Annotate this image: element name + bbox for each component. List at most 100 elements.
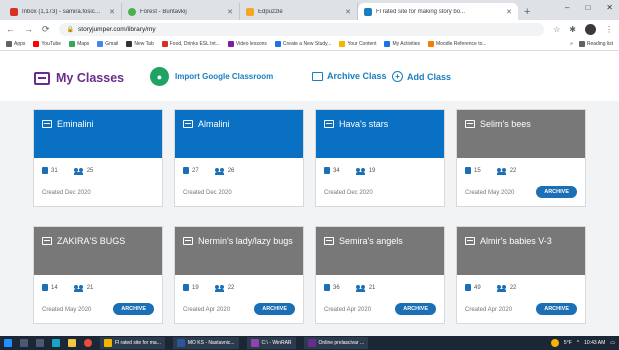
app-header: My Classes ● Import Google Classroom Arc… [0,51,619,101]
edge-icon[interactable] [52,339,60,347]
class-card[interactable]: Selim's bees 15 22 Created May 2020 ARCH… [456,109,586,207]
class-stats: 15 22 [465,167,517,175]
bookmark-apps[interactable]: Apps [6,41,25,47]
taskbar-app[interactable]: C:\ - WinRAR [246,337,296,349]
bookmark-favicon-icon [427,41,434,47]
notifications-icon[interactable]: ▭ [610,340,615,346]
back-arrow-icon[interactable]: ← [6,24,15,34]
close-icon[interactable]: ✕ [109,8,115,16]
clock[interactable]: 10:43 AM [584,340,605,346]
add-class-button[interactable]: + Add Class [392,71,451,82]
taskbar-app-icon [307,339,316,347]
browser-tab-active[interactable]: Fl rated site for making story bo... ✕ [358,3,518,20]
bookmark-youtube[interactable]: YouTube [33,41,61,47]
search-icon[interactable] [20,339,28,347]
tray-arrow-icon[interactable]: ^ [577,340,579,346]
url-input[interactable]: 🔒 storyjumper.com/library/my [58,22,545,36]
class-card[interactable]: Nermin's lady/lazy bugs 19 22 Created Ap… [174,226,304,324]
classroom-icon [42,120,52,128]
bookmark-create-study[interactable]: Create a New Study... [274,41,331,47]
close-window-button[interactable]: ✕ [606,3,613,12]
window-controls: – □ ✕ [565,3,613,12]
class-card[interactable]: Almalini 27 26 Created Dec 2020 [174,109,304,207]
bookmark-star-icon[interactable]: ☆ [553,25,560,34]
close-icon[interactable]: ✕ [227,8,233,16]
bookmark-my-activities[interactable]: My Activities [384,41,420,47]
forward-arrow-icon[interactable]: → [24,24,33,34]
browser-tab[interactable]: Edpuzzle ✕ [240,3,358,20]
reload-icon[interactable]: ⟳ [42,24,50,35]
class-card[interactable]: Hava's stars 34 19 Created Dec 2020 [315,109,445,207]
student-count-value: 21 [368,284,376,291]
bookmark-your-content[interactable]: Your Content [339,41,376,47]
classroom-icon [34,71,50,85]
new-tab-button[interactable]: + [524,3,530,20]
bookmark-gmail[interactable]: Gmail [97,41,118,47]
menu-icon[interactable]: ⋮ [605,25,613,34]
class-card-header: Eminalini [34,110,162,158]
folder-icon[interactable] [68,339,76,347]
browser-tab[interactable]: Forest - Buntavkij ✕ [122,3,240,20]
class-card-header: Hava's stars [316,110,444,158]
lock-icon: 🔒 [66,26,75,33]
globe-icon [126,41,133,47]
extensions-icon[interactable]: ✱ [569,25,576,34]
taskbar-app-label: Online prelascivar ... [318,340,365,346]
maximize-button[interactable]: □ [585,3,590,12]
class-stats: 27 26 [183,167,234,175]
archive-button[interactable]: ARCHIVE [254,303,295,315]
class-card[interactable]: ZAKIRA'S BUGS 14 21 Created May 2020 ARC… [33,226,163,324]
book-count: 27 [183,167,199,174]
more-bookmarks-icon[interactable]: » [570,41,573,47]
book-icon [42,284,48,291]
windows-start-icon[interactable] [4,339,12,347]
chrome-icon[interactable] [84,339,92,347]
minimize-button[interactable]: – [565,3,569,12]
book-count: 15 [465,167,481,174]
bookmark-favicon-icon [161,41,168,47]
bookmark-new-tab[interactable]: New Tab [126,41,154,47]
taskbar-app[interactable]: Fl rated site for ma... [100,337,165,349]
class-card[interactable]: Eminalini 31 25 Created Dec 2020 [33,109,163,207]
book-count: 14 [42,284,58,291]
archive-button[interactable]: ARCHIVE [536,303,577,315]
taskbar-app[interactable]: Online prelascivar ... [303,337,369,349]
tab-title: Fl rated site for making story bo... [376,8,466,15]
close-icon[interactable]: ✕ [345,8,351,16]
close-icon[interactable]: ✕ [506,8,512,16]
bookmark-maps[interactable]: Maps [69,41,89,47]
class-card[interactable]: Almir's babies V-3 49 22 Created Apr 202… [456,226,586,324]
taskbar-app-icon [250,339,259,347]
classroom-icon [324,120,334,128]
import-google-classroom-button[interactable]: ● Import Google Classroom [150,67,273,86]
book-count-value: 19 [192,284,199,291]
reading-list[interactable]: Reading list [578,41,613,47]
bookmark-video-lessons[interactable]: Video lessons [227,41,267,47]
class-card-header: Almalini [175,110,303,158]
archive-button[interactable]: ARCHIVE [113,303,154,315]
bookmark-food-drinks[interactable]: Food, Drinks ESL Int... [161,41,220,47]
class-card[interactable]: Semira's angels 36 21 Created Apr 2020 A… [315,226,445,324]
classroom-icon [465,237,475,245]
student-count-value: 22 [509,167,517,174]
archive-button[interactable]: ARCHIVE [395,303,436,315]
created-date: Created May 2020 [42,307,92,313]
archive-class-button[interactable]: Archive Class [312,71,387,81]
archive-label: Archive Class [327,71,387,81]
address-bar: ← → ⟳ 🔒 storyjumper.com/library/my ☆ ✱ ⋮ [0,20,619,38]
taskbar-app[interactable]: MO KS - Nastavnic... [172,337,239,349]
browser-tab[interactable]: Inbox (1,173) - samira.fosic@iusc... ✕ [4,3,122,20]
class-card-header: Selim's bees [457,110,585,158]
bookmark-moodle[interactable]: Moodle Reference to... [427,41,487,47]
profile-avatar[interactable] [585,23,596,35]
taskbar-app-icon [104,339,112,347]
weather-text[interactable]: 5°F [564,340,572,346]
book-count-value: 14 [51,284,58,291]
bookmark-label: New Tab [134,41,154,47]
book-icon [42,167,48,174]
student-count-value: 19 [368,167,376,174]
archive-button[interactable]: ARCHIVE [536,186,577,198]
task-view-icon[interactable] [36,339,44,347]
book-count-value: 34 [333,167,340,174]
url-text: storyjumper.com/library/my [78,25,156,33]
